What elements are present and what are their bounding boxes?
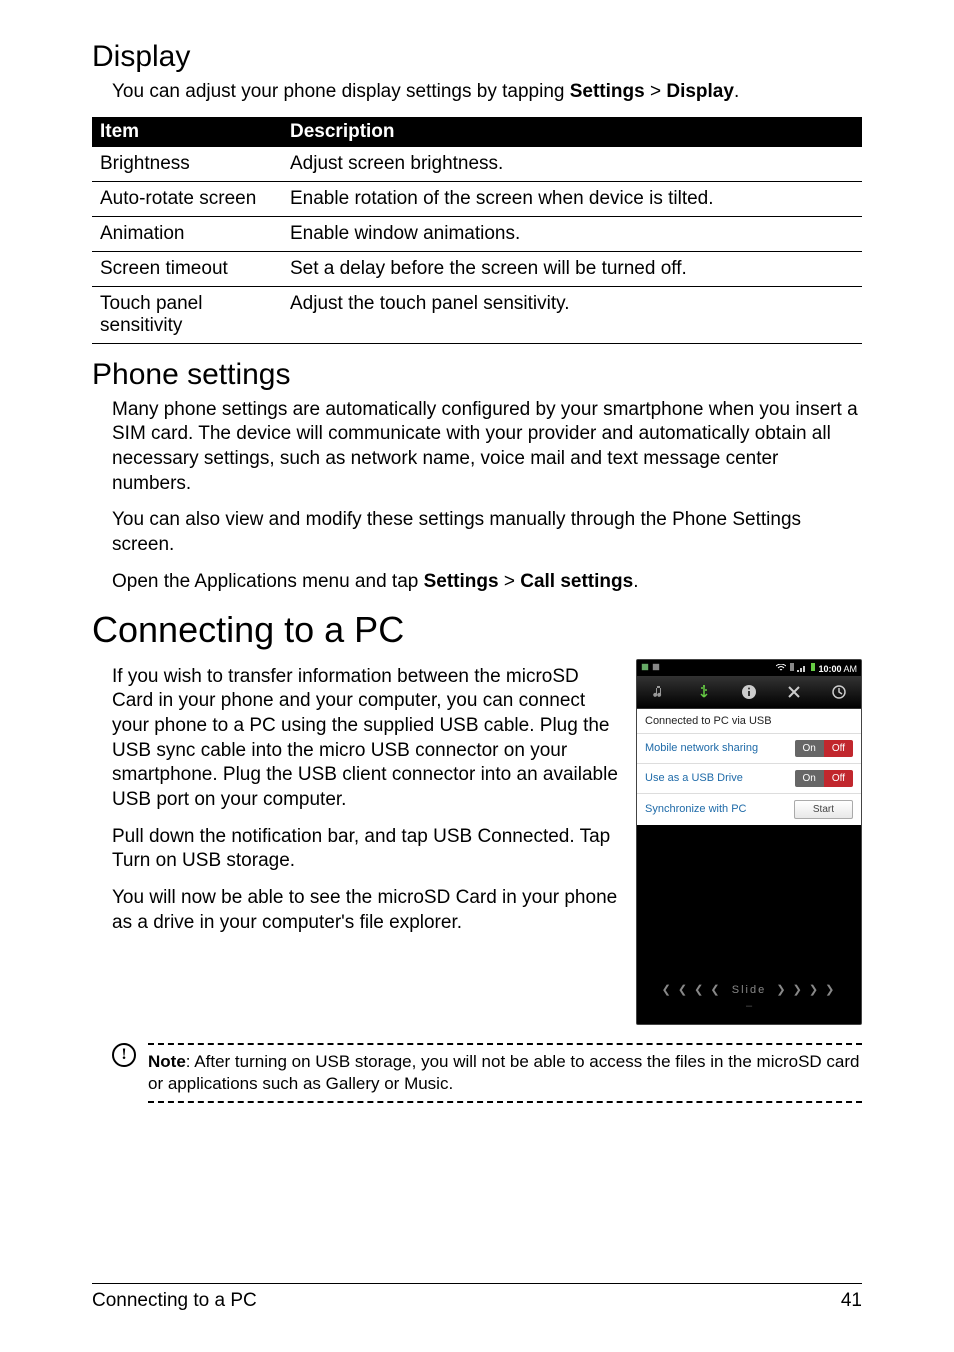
phone-blank-area xyxy=(637,825,861,975)
phone-settings-p3: Open the Applications menu and tap Setti… xyxy=(112,570,862,595)
text: You can adjust your phone display settin… xyxy=(112,81,570,102)
notification-panel: Connected to PC via USB Mobile network s… xyxy=(637,709,861,825)
phone-settings-p1: Many phone settings are automatically co… xyxy=(112,398,862,497)
connect-p1: If you wish to transfer information betw… xyxy=(112,665,618,813)
tab-close-icon[interactable] xyxy=(771,676,816,708)
table-header-item: Item xyxy=(92,117,282,147)
heading-phone-settings: Phone settings xyxy=(92,358,862,392)
status-right-icons: 10:00 AM xyxy=(776,662,857,674)
tab-music-icon[interactable] xyxy=(637,676,682,708)
text-bold: Turn on USB storage. xyxy=(112,850,295,871)
tab-usb-icon[interactable] xyxy=(682,676,727,708)
heading-display: Display xyxy=(92,40,862,74)
table-row: Animation Enable window animations. xyxy=(92,216,862,251)
notification-tabs xyxy=(637,676,861,709)
connect-p2: Pull down the notification bar, and tap … xyxy=(112,825,618,874)
display-intro: You can adjust your phone display settin… xyxy=(112,80,862,105)
cell-desc: Enable rotation of the screen when devic… xyxy=(282,181,862,216)
note-block: ! Note: After turning on USB storage, yo… xyxy=(112,1043,862,1103)
cell-item: Brightness xyxy=(92,147,282,182)
toggle-usb-drive[interactable]: On Off xyxy=(795,770,854,787)
toggle-off: Off xyxy=(824,770,853,787)
dashed-divider xyxy=(148,1043,862,1045)
row-synchronize: Synchronize with PC Start xyxy=(637,793,861,825)
slide-label: Slide xyxy=(732,984,766,996)
cell-desc: Adjust the touch panel sensitivity. xyxy=(282,286,862,343)
phone-settings-p2: You can also view and modify these setti… xyxy=(112,508,862,557)
footer-title: Connecting to a PC xyxy=(92,1290,257,1312)
text: Pull down the notification bar, and tap xyxy=(112,826,433,847)
table-row: Touch panel sensitivity Adjust the touch… xyxy=(92,286,862,343)
status-left-icons xyxy=(641,663,660,673)
row-label: Mobile network sharing xyxy=(645,742,758,754)
status-time: 10:00 AM xyxy=(818,664,857,674)
text: > xyxy=(499,571,521,592)
table-row: Screen timeout Set a delay before the sc… xyxy=(92,251,862,286)
text-bold: Call settings xyxy=(520,571,633,592)
cell-desc: Enable window animations. xyxy=(282,216,862,251)
table-row: Auto-rotate screen Enable rotation of th… xyxy=(92,181,862,216)
cell-desc: Set a delay before the screen will be tu… xyxy=(282,251,862,286)
heading-connecting: Connecting to a PC xyxy=(92,609,862,651)
text: Open the Applications menu and tap xyxy=(112,571,424,592)
display-settings-table: Item Description Brightness Adjust scree… xyxy=(92,117,862,344)
row-label: Synchronize with PC xyxy=(645,803,747,815)
cell-desc: Adjust screen brightness. xyxy=(282,147,862,182)
table-row: Brightness Adjust screen brightness. xyxy=(92,147,862,182)
status-bar: 10:00 AM xyxy=(637,660,861,676)
toggle-off: Off xyxy=(824,740,853,757)
text: . xyxy=(734,81,739,102)
toggle-on: On xyxy=(795,740,824,757)
row-mobile-network-sharing: Mobile network sharing On Off xyxy=(637,733,861,763)
panel-heading: Connected to PC via USB xyxy=(637,709,861,733)
text-bold: Display xyxy=(666,81,734,102)
connect-p3: You will now be able to see the microSD … xyxy=(112,886,618,935)
cell-item: Screen timeout xyxy=(92,251,282,286)
phone-screenshot: 10:00 AM Connected to PC via USB Mobile … xyxy=(636,659,862,1025)
dashed-divider xyxy=(148,1101,862,1103)
start-button[interactable]: Start xyxy=(794,800,853,819)
row-label: Use as a USB Drive xyxy=(645,772,743,784)
table-header-desc: Description xyxy=(282,117,862,147)
chevron-left-icon: ❮ ❮ ❮ ❮ xyxy=(662,984,722,996)
tab-clock-icon[interactable] xyxy=(816,676,861,708)
page-number: 41 xyxy=(841,1290,862,1312)
text: . Tap xyxy=(569,826,610,847)
text-bold: Settings xyxy=(570,81,645,102)
cell-item: Touch panel sensitivity xyxy=(92,286,282,343)
toggle-mobile-network[interactable]: On Off xyxy=(795,740,854,757)
row-usb-drive: Use as a USB Drive On Off xyxy=(637,763,861,793)
tab-info-icon[interactable] xyxy=(727,676,772,708)
cell-item: Animation xyxy=(92,216,282,251)
note-text: Note: After turning on USB storage, you … xyxy=(148,1051,862,1095)
text: . xyxy=(633,571,638,592)
warning-icon: ! xyxy=(112,1043,136,1067)
cell-item: Auto-rotate screen xyxy=(92,181,282,216)
text: > xyxy=(645,81,667,102)
text-bold: USB Connected xyxy=(433,826,569,847)
chevron-right-icon: ❯ ❯ ❯ ❯ xyxy=(776,984,836,996)
page-footer: Connecting to a PC 41 xyxy=(92,1283,862,1312)
signal-icon xyxy=(797,664,810,674)
wifi-icon xyxy=(776,664,789,674)
slide-unlock[interactable]: ❮ ❮ ❮ ❮ Slide ❯ ❯ ❯ ❯ xyxy=(637,975,861,1024)
text-bold: Settings xyxy=(424,571,499,592)
toggle-on: On xyxy=(795,770,824,787)
